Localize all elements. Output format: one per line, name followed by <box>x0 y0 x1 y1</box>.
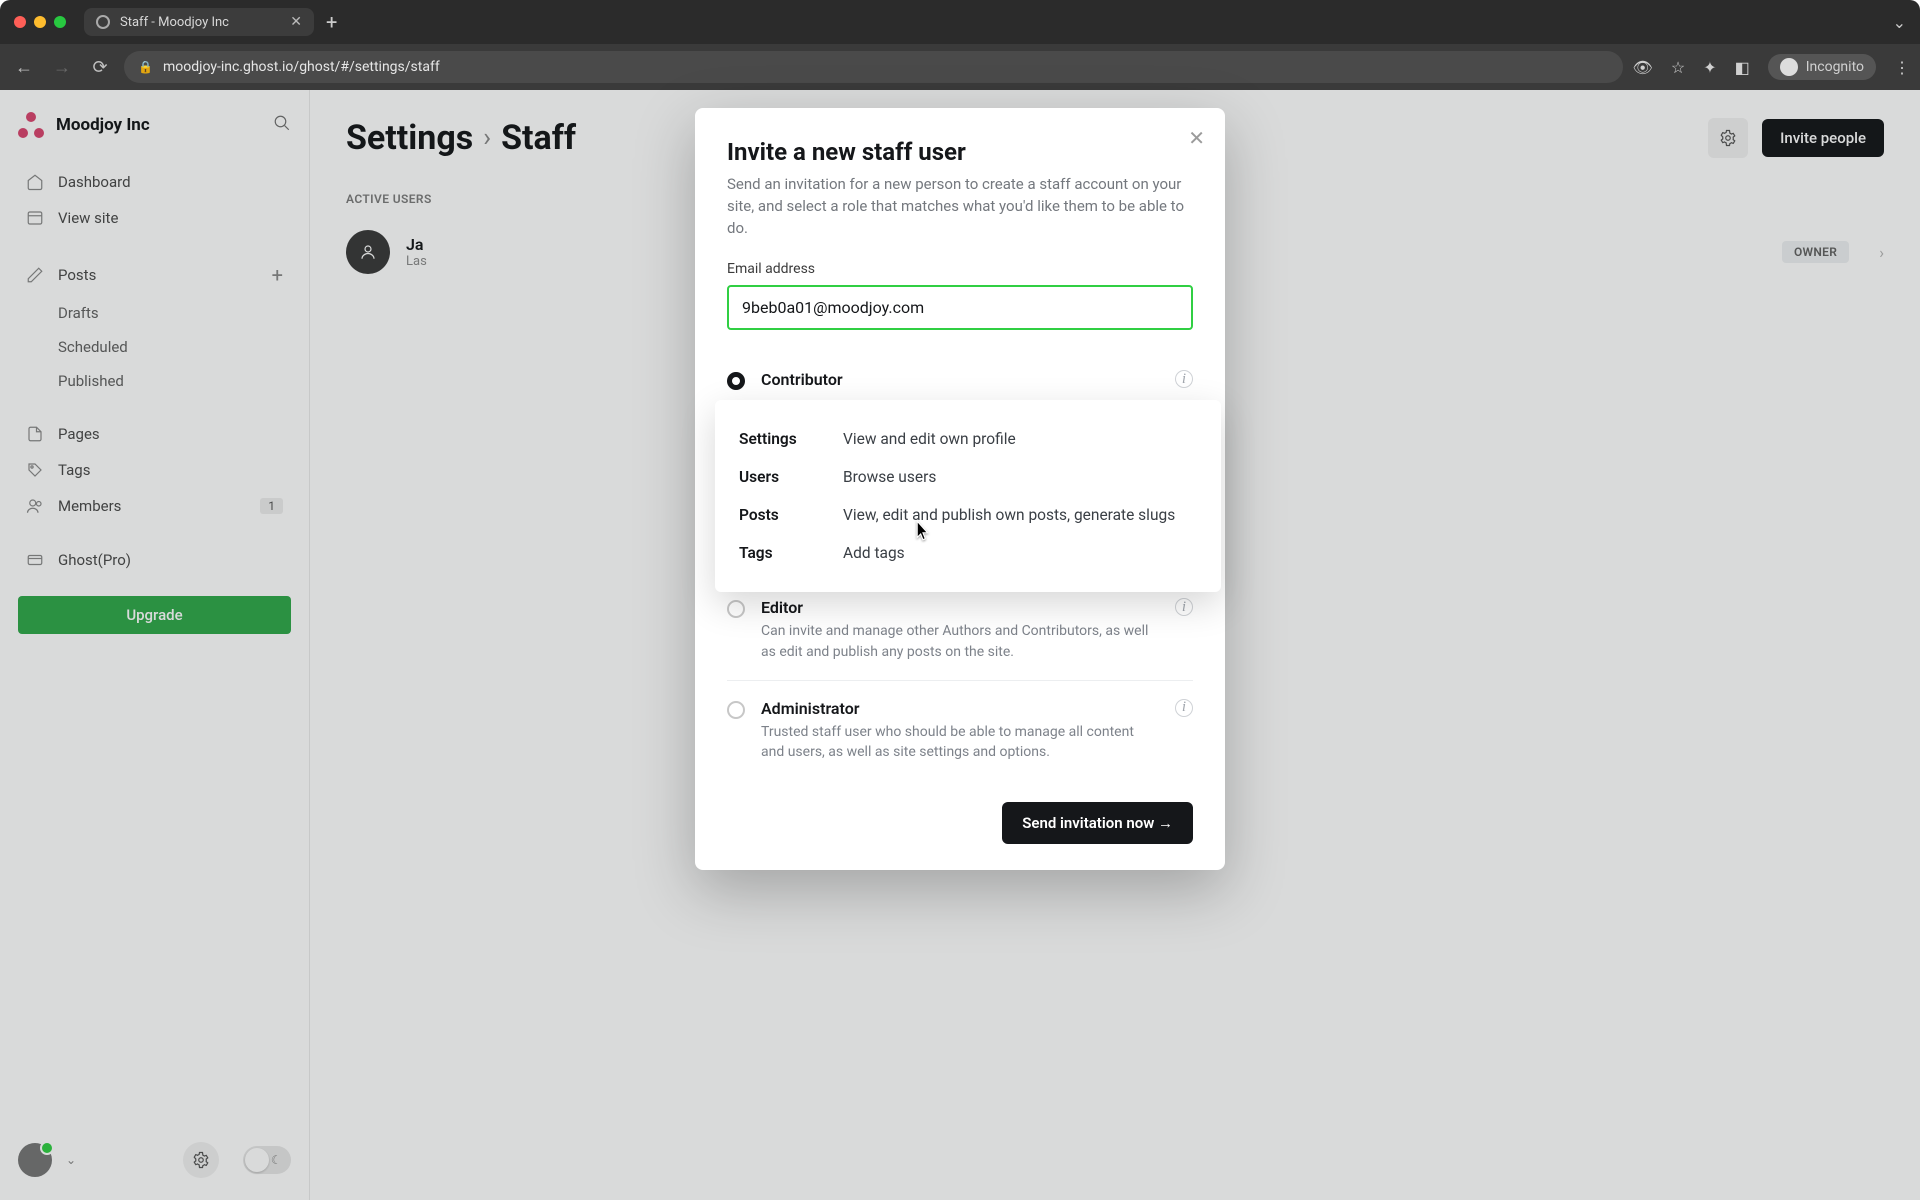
modal-title: Invite a new staff user <box>727 138 1193 166</box>
perm-value: View and edit own profile <box>843 430 1016 448</box>
role-name: Contributor <box>761 370 1159 389</box>
send-invitation-button[interactable]: Send invitation now → <box>1002 802 1193 844</box>
extensions-icon[interactable]: ✦ <box>1703 58 1716 77</box>
perm-value: View, edit and publish own posts, genera… <box>843 506 1175 524</box>
window-close-dot[interactable] <box>14 16 26 28</box>
modal-description: Send an invitation for a new person to c… <box>727 174 1193 239</box>
incognito-chip[interactable]: Incognito <box>1768 54 1876 80</box>
incognito-label: Incognito <box>1806 59 1864 75</box>
role-option-administrator[interactable]: Administrator Trusted staff user who sho… <box>727 681 1193 781</box>
browser-tab[interactable]: Staff - Moodjoy Inc ✕ <box>84 8 314 36</box>
nav-forward-button[interactable]: → <box>48 57 76 78</box>
email-input[interactable] <box>727 285 1193 330</box>
info-icon[interactable]: i <box>1175 598 1193 616</box>
incognito-icon <box>1780 58 1798 76</box>
perm-key: Settings <box>739 430 817 448</box>
role-option-contributor[interactable]: Contributor i Settings View and edit own… <box>727 352 1193 408</box>
role-name: Administrator <box>761 699 1159 718</box>
role-description: Can invite and manage other Authors and … <box>761 621 1159 662</box>
traffic-lights <box>14 16 66 28</box>
perm-key: Tags <box>739 544 817 562</box>
omnibox[interactable]: 🔒 moodjoy-inc.ghost.io/ghost/#/settings/… <box>124 51 1623 83</box>
perm-key: Users <box>739 468 817 486</box>
eye-off-icon[interactable]: 👁 <box>1633 58 1653 77</box>
radio-unchecked-icon[interactable] <box>727 600 745 618</box>
role-option-editor[interactable]: Editor Can invite and manage other Autho… <box>727 580 1193 681</box>
info-icon[interactable]: i <box>1175 699 1193 717</box>
nav-reload-button[interactable]: ⟳ <box>86 57 114 78</box>
perm-value: Add tags <box>843 544 905 562</box>
tab-close-icon[interactable]: ✕ <box>290 14 302 30</box>
radio-checked-icon[interactable] <box>727 372 745 390</box>
invite-staff-modal: ✕ Invite a new staff user Send an invita… <box>695 108 1225 870</box>
address-bar: ← → ⟳ 🔒 moodjoy-inc.ghost.io/ghost/#/set… <box>0 44 1920 90</box>
role-permissions-tooltip: Settings View and edit own profile Users… <box>715 400 1221 592</box>
omnibox-url: moodjoy-inc.ghost.io/ghost/#/settings/st… <box>163 59 440 75</box>
perm-value: Browse users <box>843 468 936 486</box>
nav-back-button[interactable]: ← <box>10 57 38 78</box>
window-minimize-dot[interactable] <box>34 16 46 28</box>
tab-favicon <box>96 15 110 29</box>
kebab-menu-icon[interactable]: ⋮ <box>1894 58 1910 77</box>
perm-key: Posts <box>739 506 817 524</box>
lock-icon: 🔒 <box>138 60 153 74</box>
role-name: Editor <box>761 598 1159 617</box>
info-icon[interactable]: i <box>1175 370 1193 388</box>
new-tab-button[interactable]: + <box>314 10 349 34</box>
window-zoom-dot[interactable] <box>54 16 66 28</box>
modal-close-button[interactable]: ✕ <box>1188 126 1205 150</box>
bookmark-star-icon[interactable]: ☆ <box>1671 58 1685 77</box>
radio-unchecked-icon[interactable] <box>727 701 745 719</box>
email-field-label: Email address <box>727 261 1193 277</box>
tab-title: Staff - Moodjoy Inc <box>120 15 229 30</box>
tabbar-chevron-icon[interactable]: ⌄ <box>1893 13 1906 32</box>
panel-icon[interactable]: ◧ <box>1735 58 1750 77</box>
window-titlebar: Staff - Moodjoy Inc ✕ + ⌄ <box>0 0 1920 44</box>
role-description: Trusted staff user who should be able to… <box>761 722 1159 763</box>
